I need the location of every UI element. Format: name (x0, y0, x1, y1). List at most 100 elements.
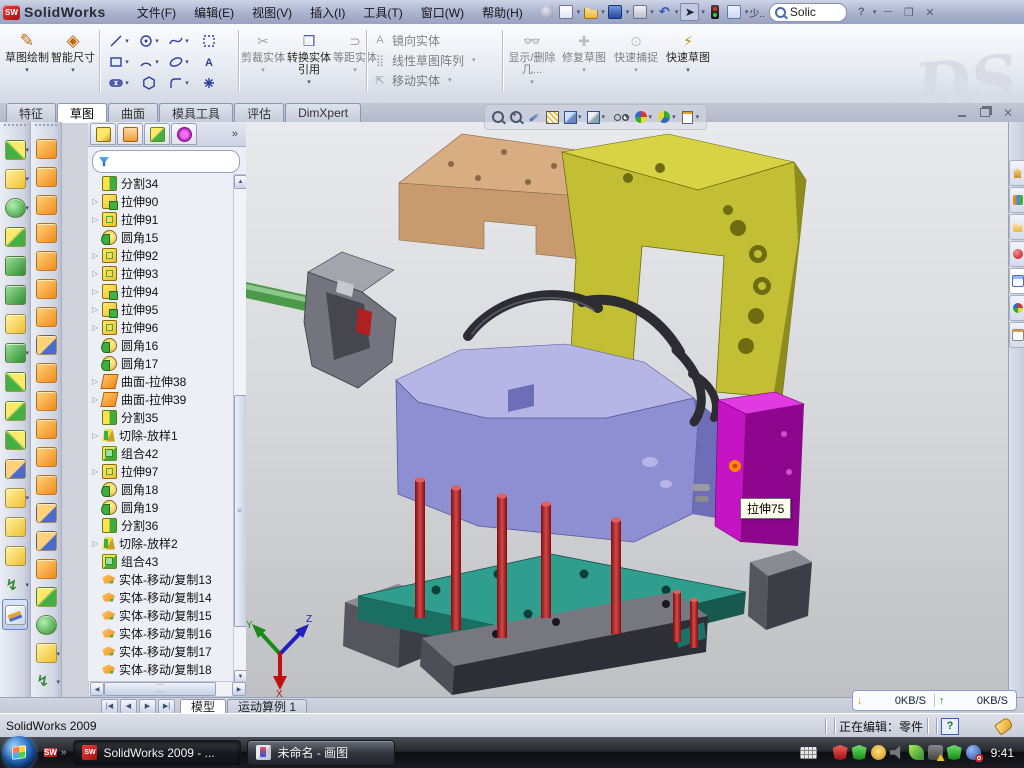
feature-tree-item[interactable]: ▷ 圆角16 (88, 336, 233, 354)
feature-tree-item[interactable]: ▷ 分割36 (88, 516, 233, 534)
feature-tree-item[interactable]: ▷ 切除-放样1 (88, 426, 233, 444)
dimxpertmanager-tab-icon[interactable] (171, 123, 197, 145)
reference-geometry-icon[interactable]: ▾ (0, 541, 30, 570)
feature-tree-item[interactable]: ▷ 实体-移动/复制17 (88, 642, 233, 660)
feature-tree-item[interactable]: ▷ 曲面-拉伸39 (88, 390, 233, 408)
dropdown-arrow-icon[interactable]: ▾ (261, 66, 265, 74)
expander-icon[interactable]: ▷ (92, 197, 102, 206)
appearances-icon[interactable] (1009, 295, 1024, 321)
updater-icon[interactable] (909, 745, 924, 760)
circle-icon[interactable]: ▾ (134, 30, 164, 51)
feature-tree-item[interactable]: ▷ 拉伸97 (88, 462, 233, 480)
delete-face-icon[interactable]: ▾ (31, 415, 61, 443)
slot-icon[interactable]: ▾ (104, 72, 134, 93)
ruled-surface-icon[interactable]: ▾ (31, 471, 61, 499)
planar-surface-icon[interactable]: ▾ (31, 303, 61, 331)
toolbar-drag-handle[interactable] (4, 124, 26, 133)
dropdown-arrow-icon[interactable]: ▾ (25, 494, 29, 502)
dropdown-arrow-icon[interactable]: ▾ (307, 78, 311, 86)
file-explorer-icon[interactable] (1009, 214, 1024, 240)
quick-snaps-icon[interactable]: ⊙ 快速捕捉 ▾ (610, 27, 662, 97)
polygon-icon[interactable] (134, 72, 164, 93)
display-style-icon[interactable]: ▾ (587, 110, 607, 124)
extend-surface-icon[interactable]: ▾ (31, 555, 61, 583)
doc-minimize-button[interactable] (952, 105, 972, 120)
command-tab[interactable]: 曲面 (108, 103, 158, 122)
solidworks-resources-icon[interactable] (1009, 241, 1024, 267)
taskbar-item-solidworks[interactable]: SW SolidWorks 2009 - ... (73, 740, 241, 766)
dropdown-arrow-icon[interactable]: ▾ (448, 76, 452, 84)
expander-icon[interactable]: ▷ (92, 287, 102, 296)
ellipse-icon[interactable]: ▾ (164, 51, 194, 72)
knit-surface-icon[interactable]: ▾ (31, 331, 61, 359)
model-tab[interactable]: 运动算例 1 (227, 699, 307, 714)
arc-icon[interactable]: ▾ (134, 51, 164, 72)
print-icon[interactable] (631, 4, 648, 20)
convert-entities-icon[interactable]: ❒ 转换实体引用 ▾ (286, 27, 332, 97)
feature-tree-item[interactable]: ▷ 分割35 (88, 408, 233, 426)
command-tab[interactable]: 草图 (57, 103, 107, 123)
design-library-icon[interactable] (1009, 187, 1024, 213)
dropdown-arrow-icon[interactable]: ▾ (71, 66, 75, 74)
feature-tree-item[interactable]: ▷ 圆角17 (88, 354, 233, 372)
sketch-pencil-icon[interactable]: ✎ 草图绘制 ▾ (4, 27, 50, 97)
previous-view-icon[interactable] (527, 110, 541, 124)
rebuild-icon[interactable] (707, 4, 724, 20)
draft-icon[interactable]: ▾ (0, 280, 30, 309)
doc-close-button[interactable]: ✕ (998, 105, 1018, 120)
apply-scene-icon[interactable]: ▾ (657, 110, 677, 124)
point-icon[interactable] (194, 72, 224, 93)
linear-sketch-pattern-icon[interactable]: ⣿ 线性草图阵列 ▾ (372, 52, 477, 68)
menu-item[interactable]: 帮助(H) (473, 1, 532, 24)
feature-tree-item[interactable]: ▷ 组合43 (88, 552, 233, 570)
custom-properties-icon[interactable] (1009, 322, 1024, 348)
replace-face-icon[interactable]: ▾ (31, 443, 61, 471)
feature-tree-item[interactable]: ▷ 拉伸90 (88, 192, 233, 210)
menu-item[interactable]: 文件(F) (128, 1, 185, 24)
rectangle-icon[interactable]: ▾ (104, 51, 134, 72)
combine-icon[interactable]: ▾ (0, 367, 30, 396)
help-button[interactable]: ? (852, 5, 871, 20)
dome-icon[interactable]: ▾ (31, 611, 61, 639)
thicken-icon[interactable]: ▾ (31, 359, 61, 387)
configurationmanager-tab-icon[interactable] (144, 123, 170, 145)
options-icon[interactable] (726, 4, 743, 20)
mirror-entities-icon[interactable]: A 镜向实体 ▾ (372, 32, 477, 48)
feature-tree-item[interactable]: ▷ 拉伸94 (88, 282, 233, 300)
surface-c-icon[interactable]: ▾ (31, 191, 61, 219)
start-button[interactable] (2, 736, 36, 768)
expander-icon[interactable]: ▷ (92, 467, 102, 476)
shell-icon[interactable]: ▾ (0, 222, 30, 251)
scroll-right-arrow[interactable]: ▶ (232, 682, 246, 696)
sketch-text-icon[interactable]: A (194, 51, 224, 72)
feature-tree-item[interactable]: ▷ 分割34 (88, 174, 233, 192)
repair-sketch-icon[interactable]: ✚ 修复草图 ▾ (558, 27, 610, 97)
scroll-left-arrow[interactable]: ◀ (90, 682, 104, 696)
curve-icon[interactable]: ↯ ▾ (0, 570, 30, 599)
expander-icon[interactable]: ▷ (92, 251, 102, 260)
point-icon[interactable]: ▾ (31, 639, 61, 667)
command-tab[interactable]: DimXpert (285, 103, 361, 122)
network-warning-icon[interactable] (928, 745, 943, 760)
trim-entities-icon[interactable]: ✂ 剪裁实体 ▾ (240, 27, 286, 97)
command-tab[interactable]: 特征 (6, 103, 56, 122)
toolbar-drag-handle[interactable] (35, 124, 57, 133)
untrim-surface-icon[interactable]: ▾ (31, 527, 61, 555)
taskbar-clock[interactable]: 9:41 (991, 746, 1014, 760)
section-view-icon[interactable] (545, 110, 559, 124)
doc-restore-button[interactable] (975, 105, 995, 120)
menu-item[interactable]: 窗口(W) (412, 1, 473, 24)
tree-filter-box[interactable] (92, 150, 240, 173)
defender-icon[interactable] (947, 745, 962, 760)
close-button[interactable]: ✕ (920, 5, 939, 20)
dropdown-arrow-icon[interactable]: ▾ (56, 678, 60, 686)
expander-icon[interactable]: ▷ (92, 305, 102, 314)
menu-item[interactable]: 插入(I) (301, 1, 354, 24)
security-shield-icon[interactable] (852, 745, 867, 760)
feature-tree-item[interactable]: ▷ 拉伸96 (88, 318, 233, 336)
hide-show-items-icon[interactable]: ▾ (610, 110, 630, 124)
combine-bodies-icon[interactable]: ▾ (0, 425, 30, 454)
surface-sweep-icon[interactable]: ▾ (31, 135, 61, 163)
zoom-fit-icon[interactable] (491, 110, 505, 124)
dropdown-arrow-icon[interactable]: ▾ (686, 66, 690, 74)
